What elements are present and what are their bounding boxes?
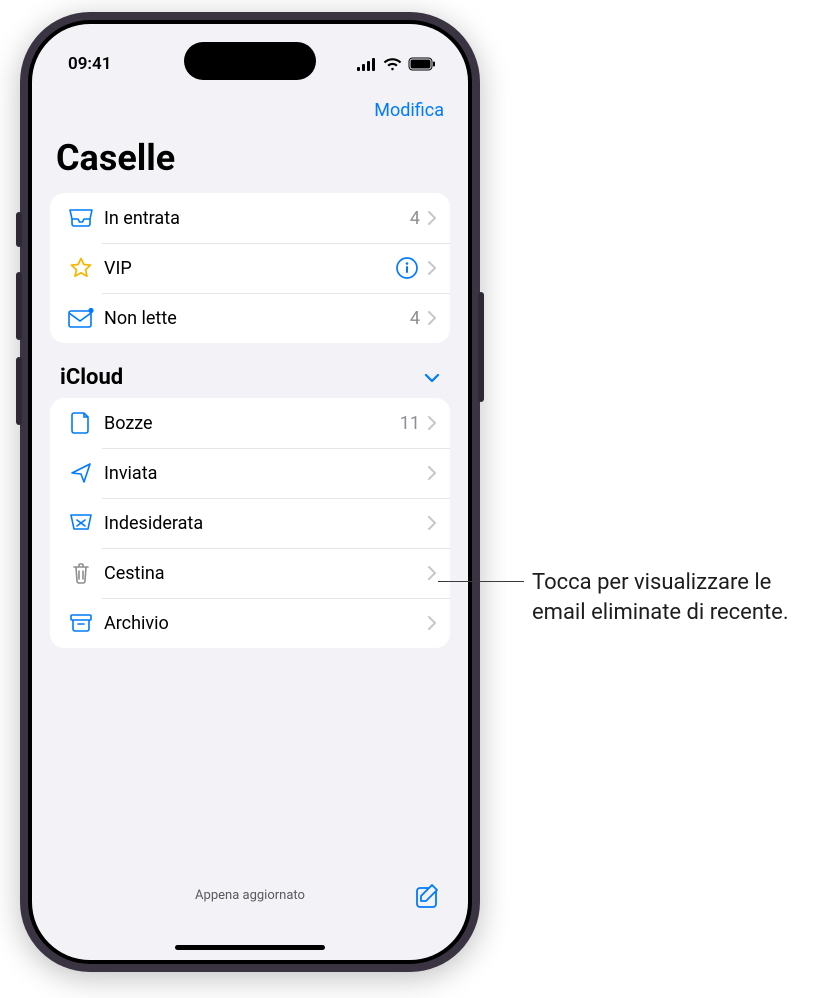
mailbox-label: Cestina xyxy=(98,563,422,584)
chevron-right-icon xyxy=(428,516,436,530)
callout-text: Tocca per visualizzare le email eliminat… xyxy=(532,568,812,627)
mailbox-count: 4 xyxy=(410,208,420,229)
status-indicators xyxy=(357,57,436,71)
cellular-icon xyxy=(357,58,377,71)
trash-icon xyxy=(64,561,98,585)
chevron-right-icon xyxy=(428,466,436,480)
home-indicator xyxy=(175,945,325,950)
compose-button[interactable] xyxy=(414,882,442,910)
dynamic-island xyxy=(184,42,316,80)
chevron-right-icon xyxy=(428,416,436,430)
volume-down-button xyxy=(16,357,22,425)
mailbox-row-vip[interactable]: VIP xyxy=(50,243,450,293)
side-button xyxy=(478,292,484,402)
unread-icon xyxy=(64,308,98,328)
screen: 09:41 Modific xyxy=(32,24,468,960)
mailbox-label: Bozze xyxy=(98,413,400,434)
chevron-right-icon xyxy=(428,566,436,580)
chevron-right-icon xyxy=(428,311,436,325)
sync-status: Appena aggiornato xyxy=(195,888,305,903)
battery-icon xyxy=(408,57,436,71)
status-time: 09:41 xyxy=(68,54,111,74)
mailbox-label: Non lette xyxy=(98,308,410,329)
sent-icon xyxy=(64,462,98,484)
silent-switch xyxy=(16,212,22,247)
chevron-right-icon xyxy=(428,616,436,630)
draft-icon xyxy=(64,411,98,435)
junk-icon xyxy=(64,513,98,533)
mailbox-label: In entrata xyxy=(98,208,410,229)
chevron-right-icon xyxy=(428,211,436,225)
mailbox-row-inbox[interactable]: In entrata 4 xyxy=(50,193,450,243)
mailbox-row-archive[interactable]: Archivio xyxy=(50,598,450,648)
section-title: iCloud xyxy=(60,365,123,390)
archive-icon xyxy=(64,613,98,633)
mailbox-row-trash[interactable]: Cestina xyxy=(50,548,450,598)
section-header-icloud[interactable]: iCloud xyxy=(50,343,450,398)
wifi-icon xyxy=(383,57,402,71)
mailbox-label: Indesiderata xyxy=(98,513,422,534)
inbox-icon xyxy=(64,208,98,228)
star-icon xyxy=(64,256,98,280)
mailbox-row-sent[interactable]: Inviata xyxy=(50,448,450,498)
phone-bezel: 09:41 Modific xyxy=(28,20,472,964)
nav-bar: Modifica xyxy=(50,86,450,131)
info-button[interactable] xyxy=(396,257,418,279)
mailbox-row-drafts[interactable]: Bozze 11 xyxy=(50,398,450,448)
mailbox-count: 4 xyxy=(410,308,420,329)
mailbox-row-junk[interactable]: Indesiderata xyxy=(50,498,450,548)
mailbox-label: Inviata xyxy=(98,463,422,484)
mail-mailboxes-screen: Modifica Caselle In entrata 4 xyxy=(32,86,468,960)
mailbox-row-unread[interactable]: Non lette 4 xyxy=(50,293,450,343)
icloud-mailboxes-group: Bozze 11 Inviata xyxy=(50,398,450,648)
page-title: Caselle xyxy=(50,131,450,193)
mailbox-label: Archivio xyxy=(98,613,422,634)
edit-button[interactable]: Modifica xyxy=(374,100,444,121)
mailbox-label: VIP xyxy=(98,258,396,279)
chevron-right-icon xyxy=(428,261,436,275)
callout-leader-line xyxy=(438,581,524,582)
iphone-device-frame: 09:41 Modific xyxy=(20,12,480,972)
chevron-down-icon xyxy=(424,373,440,383)
primary-mailboxes-group: In entrata 4 VIP xyxy=(50,193,450,343)
mailbox-count: 11 xyxy=(400,413,420,434)
volume-up-button xyxy=(16,272,22,340)
